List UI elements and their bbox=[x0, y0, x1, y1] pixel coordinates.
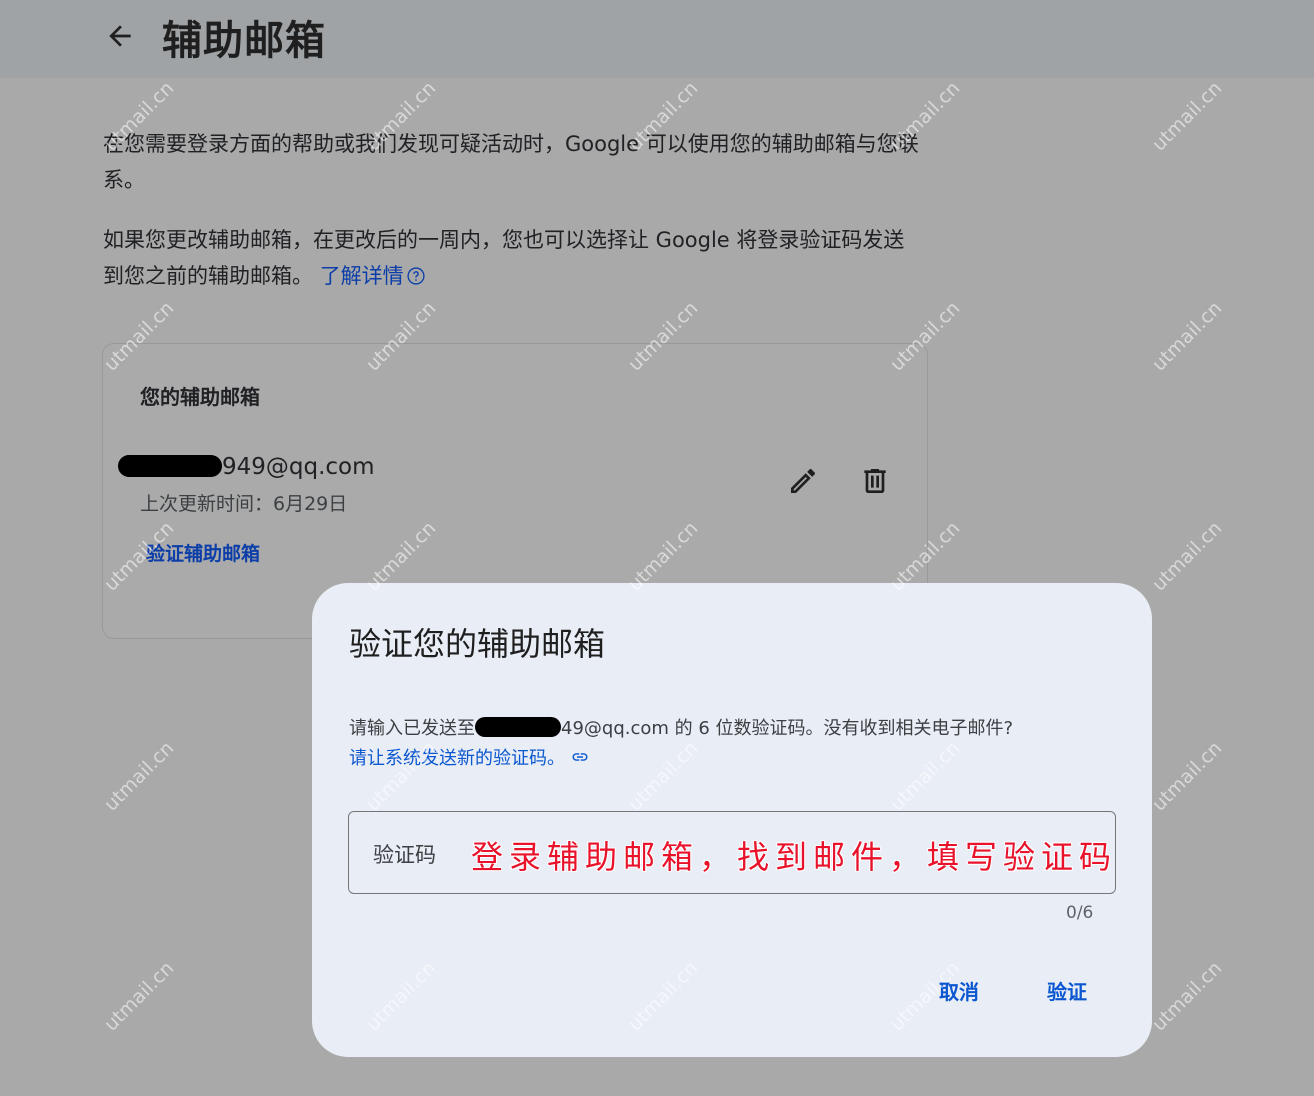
card-title: 您的辅助邮箱 bbox=[140, 385, 260, 409]
delete-trash-icon[interactable] bbox=[859, 465, 891, 497]
watermark-text: utmail.cn bbox=[1148, 957, 1227, 1036]
verification-code-input[interactable]: 验证码 登录辅助邮箱，找到邮件，填写验证码 bbox=[348, 811, 1116, 894]
verify-recovery-email-link[interactable]: 验证辅助邮箱 bbox=[146, 539, 260, 566]
watermark-text: utmail.cn bbox=[1148, 517, 1227, 596]
watermark-text: utmail.cn bbox=[1148, 77, 1227, 156]
verification-code-label: 验证码 bbox=[373, 843, 436, 867]
watermark-text: utmail.cn bbox=[100, 957, 179, 1036]
cancel-button[interactable]: 取消 bbox=[939, 976, 979, 1005]
instruction-annotation: 登录辅助邮箱，找到邮件，填写验证码 bbox=[471, 838, 1118, 876]
verify-button[interactable]: 验证 bbox=[1047, 976, 1087, 1005]
link-icon bbox=[572, 753, 588, 761]
redaction-mark bbox=[118, 455, 222, 477]
learn-more-label: 了解详情 bbox=[319, 264, 404, 288]
recovery-email: 949@qq.com bbox=[118, 454, 375, 480]
watermark-text: utmail.cn bbox=[1148, 297, 1227, 376]
verify-dialog: 验证您的辅助邮箱 请输入已发送至 49@qq.com 的 6 位数验证码。没有收到… bbox=[312, 583, 1152, 1057]
character-counter: 0/6 bbox=[1066, 903, 1094, 923]
recovery-email-suffix: 949@qq.com bbox=[222, 454, 375, 480]
watermark-text: utmail.cn bbox=[100, 737, 179, 816]
edit-pencil-icon[interactable] bbox=[787, 465, 819, 497]
dialog-title: 验证您的辅助邮箱 bbox=[349, 625, 606, 663]
learn-more-link[interactable]: 了解详情 bbox=[320, 264, 426, 288]
resend-code-label: 请让系统发送新的验证码。 bbox=[349, 748, 565, 769]
last-updated-text: 上次更新时间：6月29日 bbox=[140, 493, 348, 515]
dialog-description-suffix: 49@qq.com 的 6 位数验证码。没有收到相关电子邮件? bbox=[561, 718, 1014, 739]
dialog-description: 请输入已发送至 49@qq.com 的 6 位数验证码。没有收到相关电子邮件? 请… bbox=[349, 714, 1139, 774]
intro-paragraph-2-text: 如果您更改辅助邮箱，在更改后的一周内，您也可以选择让 Google 将登录验证码… bbox=[103, 228, 905, 288]
dialog-description-prefix: 请输入已发送至 bbox=[349, 718, 475, 739]
watermark-text: utmail.cn bbox=[1148, 737, 1227, 816]
resend-code-link[interactable]: 请让系统发送新的验证码。 bbox=[349, 748, 589, 769]
redaction-mark bbox=[475, 717, 561, 737]
top-bar: 辅助邮箱 bbox=[0, 0, 1314, 78]
page-title: 辅助邮箱 bbox=[162, 18, 326, 64]
intro-paragraph-1: 在您需要登录方面的帮助或我们发现可疑活动时，Google 可以使用您的辅助邮箱与… bbox=[103, 132, 919, 192]
help-circle-icon bbox=[407, 267, 425, 285]
back-arrow-icon[interactable] bbox=[104, 20, 136, 52]
intro-paragraph-2: 如果您更改辅助邮箱，在更改后的一周内，您也可以选择让 Google 将登录验证码… bbox=[103, 222, 923, 294]
